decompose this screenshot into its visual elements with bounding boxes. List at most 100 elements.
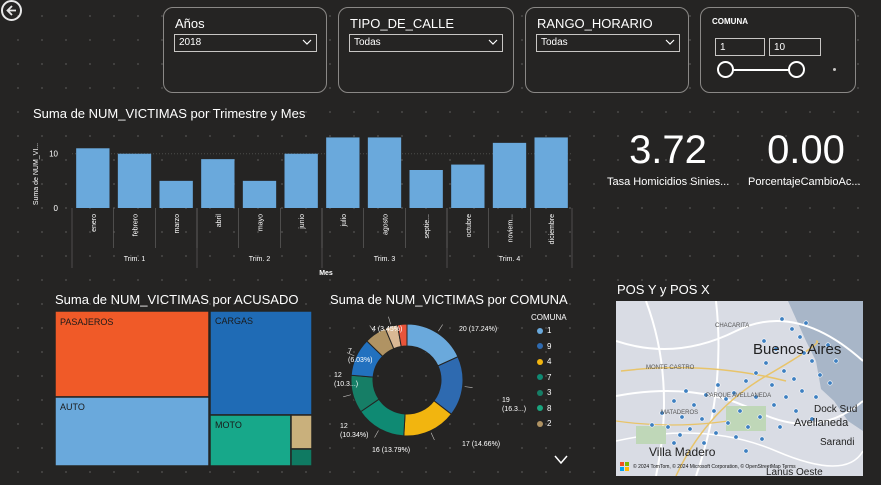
comuna-slider-min-handle[interactable] <box>717 61 734 78</box>
donut-slice[interactable] <box>406 323 459 367</box>
legend-item[interactable]: 4 <box>537 357 551 366</box>
legend-item[interactable]: 9 <box>537 342 551 351</box>
x-tick-label: noviem... <box>508 214 515 242</box>
donut-leader-line <box>464 386 473 388</box>
treemap-label-pasajeros: PASAJEROS <box>60 317 113 327</box>
rango-horario-dropdown-value: Todas <box>541 37 568 48</box>
map-visual[interactable]: Buenos Aires Dock Sud Avellaneda Sarandi… <box>616 301 863 476</box>
treemap-chart[interactable]: PASAJEROS CARGAS AUTO MOTO <box>54 310 314 467</box>
map-point[interactable] <box>687 426 693 432</box>
map-point[interactable] <box>799 388 805 394</box>
map-point[interactable] <box>791 376 797 382</box>
map-point[interactable] <box>833 358 839 364</box>
comuna-slider-track[interactable] <box>725 69 797 71</box>
legend-item[interactable]: 1 <box>537 326 551 335</box>
map-point[interactable] <box>733 434 739 440</box>
map-point[interactable] <box>671 398 677 404</box>
bar-septie...[interactable] <box>409 170 443 208</box>
map-point[interactable] <box>803 320 809 326</box>
legend-label: 9 <box>547 341 552 351</box>
bar-marzo[interactable] <box>159 180 193 208</box>
legend-marker <box>537 343 543 349</box>
anios-dropdown[interactable]: 2018 <box>174 34 317 52</box>
map-point[interactable] <box>781 368 787 374</box>
bar-diciembre[interactable] <box>534 137 568 208</box>
map-point[interactable] <box>715 382 721 388</box>
treemap-label-cargas: CARGAS <box>215 316 253 326</box>
map-point[interactable] <box>783 394 789 400</box>
map-point[interactable] <box>771 402 777 408</box>
map-point[interactable] <box>665 424 671 430</box>
bar-agosto[interactable] <box>367 137 402 208</box>
map-point[interactable] <box>827 380 833 386</box>
rango-horario-dropdown[interactable]: Todas <box>536 34 680 52</box>
map-point[interactable] <box>737 408 743 414</box>
bar-abril[interactable] <box>201 159 235 208</box>
map-point[interactable] <box>753 370 759 376</box>
quarter-label: Trim. 4 <box>499 256 521 263</box>
comuna-slider-max-handle[interactable] <box>788 61 805 78</box>
map-point[interactable] <box>793 408 799 414</box>
kpi-tasa-value: 3.72 <box>629 128 707 172</box>
map-point[interactable] <box>649 422 655 428</box>
map-point[interactable] <box>677 432 683 438</box>
chevron-down-icon <box>488 39 498 45</box>
tipo-calle-dropdown[interactable]: Todas <box>349 34 503 52</box>
map-point[interactable] <box>743 378 749 384</box>
bar-febrero[interactable] <box>117 153 152 208</box>
map-attribution[interactable]: © 2024 TomTom, © 2024 Microsoft Corporat… <box>633 464 796 470</box>
legend-marker <box>537 374 543 380</box>
bar-junio[interactable] <box>284 153 318 208</box>
x-tick-label: octubre <box>466 214 473 237</box>
map-point[interactable] <box>711 408 717 414</box>
map-point[interactable] <box>757 414 763 420</box>
map-point[interactable] <box>779 316 785 322</box>
map-point[interactable] <box>817 372 823 378</box>
legend-item[interactable]: 7 <box>537 373 551 382</box>
map-point[interactable] <box>745 424 751 430</box>
map-point[interactable] <box>759 436 765 442</box>
map-point[interactable] <box>743 448 749 454</box>
donut-chart[interactable]: 20 (17.24%) 19 (16.3...) 17 (14.66%) 16 (13.… <box>328 310 528 470</box>
map-point[interactable] <box>809 358 815 364</box>
map-point[interactable] <box>769 382 775 388</box>
bar-enero[interactable] <box>76 148 110 208</box>
bar-chart[interactable]: Suma de NUM_VI... 0 10 enero febrero marzo abr… <box>28 124 578 284</box>
map-point[interactable] <box>777 424 783 430</box>
map-point[interactable] <box>713 430 719 436</box>
legend-item[interactable]: 3 <box>537 388 551 397</box>
map-point[interactable] <box>691 402 697 408</box>
treemap-tile-other-1[interactable] <box>290 414 313 450</box>
kpi-tasa-label: Tasa Homicidios Sinies... <box>607 176 730 188</box>
comuna-max-input[interactable]: 10 <box>769 38 821 56</box>
map-point[interactable] <box>789 326 795 332</box>
chevron-down-icon <box>665 39 675 45</box>
treemap-tile-cargas[interactable] <box>209 310 313 416</box>
quarter-label: Trim. 2 <box>249 256 271 263</box>
bar-mayo[interactable] <box>242 180 277 208</box>
x-tick-label: enero <box>91 214 98 232</box>
bar-julio[interactable] <box>326 137 360 208</box>
treemap-tile-other-2[interactable] <box>290 448 313 467</box>
comuna-min-input[interactable]: 1 <box>715 38 765 56</box>
bar-chart-title: Suma de NUM_VICTIMAS por Trimestre y Mes <box>33 106 306 121</box>
bar-octubre[interactable] <box>451 164 485 208</box>
x-tick-label: junio <box>299 214 306 230</box>
legend-item[interactable]: 2 <box>537 419 551 428</box>
donut-data-label: 19 (16.3...) <box>502 397 526 413</box>
scroll-down-icon[interactable] <box>554 455 568 464</box>
map-point[interactable] <box>683 388 689 394</box>
map-point[interactable] <box>725 420 731 426</box>
slicer-anios: Años 2018 <box>163 7 327 93</box>
back-button[interactable] <box>1 0 22 21</box>
legend-marker <box>537 405 543 411</box>
map-point[interactable] <box>699 416 705 422</box>
map-point[interactable] <box>813 394 819 400</box>
slicer-tipo-calle-title: TIPO_DE_CALLE <box>350 16 455 31</box>
donut-data-label: 4 (3.45%) <box>372 326 402 333</box>
map-point[interactable] <box>797 334 803 340</box>
bar-noviem...[interactable] <box>492 142 527 208</box>
tipo-calle-dropdown-value: Todas <box>354 37 381 48</box>
legend-item[interactable]: 8 <box>537 404 551 413</box>
map-point[interactable] <box>763 360 769 366</box>
